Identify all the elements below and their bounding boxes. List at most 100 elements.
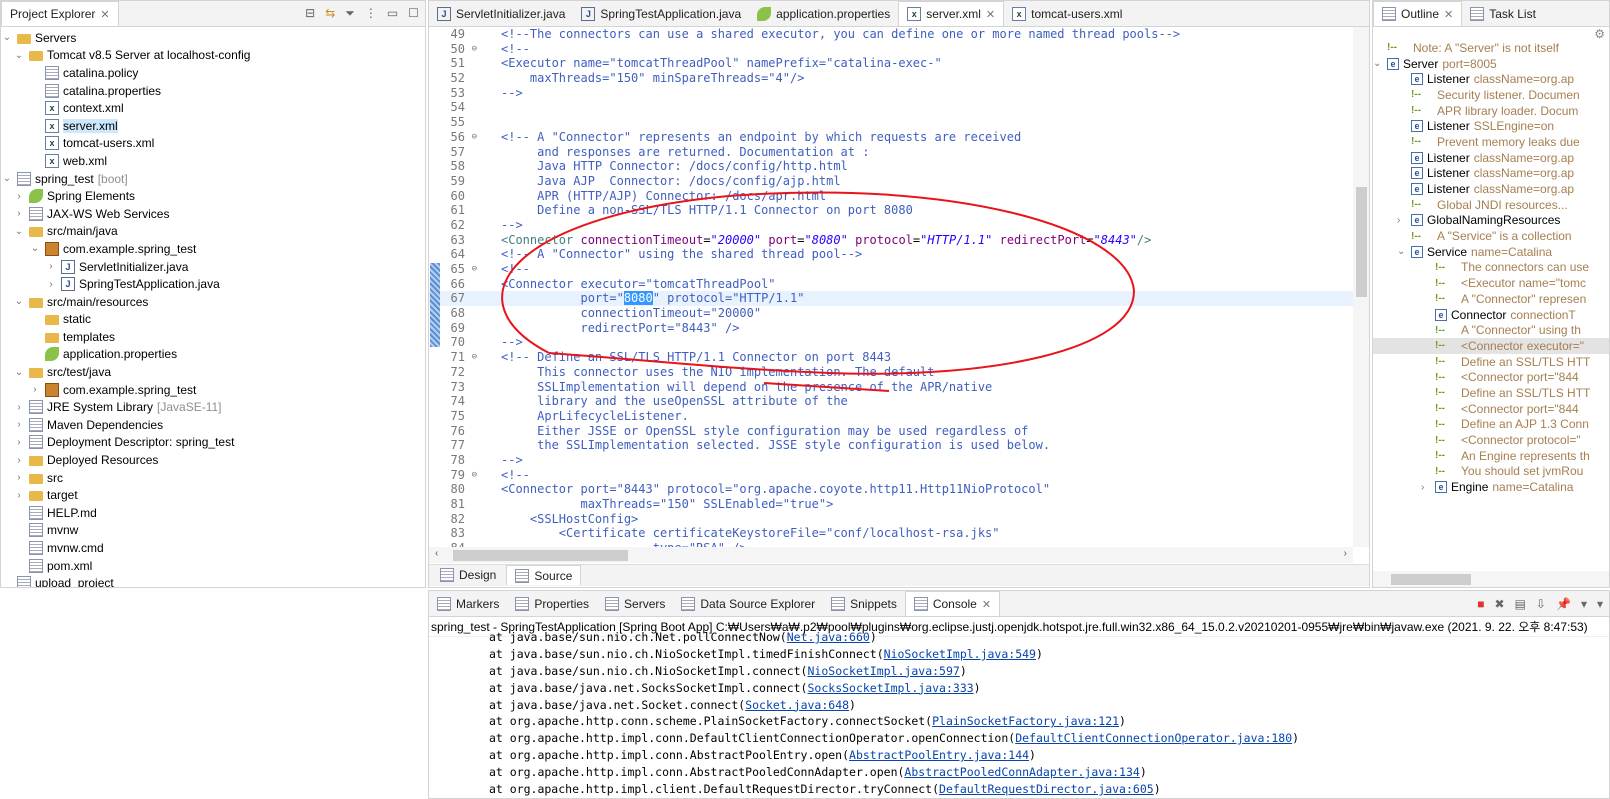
tree-item[interactable]: ⌄ src/main/resources	[1, 293, 425, 311]
chevron-right-icon[interactable]: ›	[45, 261, 57, 272]
tree-item[interactable]: x web.xml	[1, 152, 425, 170]
chevron-down-icon[interactable]: ⌄	[13, 296, 25, 307]
chevron-right-icon[interactable]: ›	[13, 419, 25, 430]
chevron-down-icon[interactable]: ⌄	[13, 226, 25, 237]
outline-item[interactable]: e Listener className=org.ap	[1373, 150, 1609, 166]
tab-console[interactable]: Console ✕	[904, 591, 1001, 616]
tree-item[interactable]: pom.xml	[1, 557, 425, 575]
chevron-down-icon[interactable]: ⌄	[1373, 58, 1383, 69]
minimize-icon[interactable]: ▭	[387, 6, 398, 21]
outline-item[interactable]: !-- Global JNDI resources...	[1373, 197, 1609, 213]
outline-item[interactable]: e Listener className=org.ap	[1373, 166, 1609, 182]
collapse-all-icon[interactable]: ⊟	[305, 6, 315, 21]
outline-item[interactable]: !-- Define an AJP 1.3 Conn	[1373, 417, 1609, 433]
chevron-right-icon[interactable]: ›	[45, 279, 57, 290]
outline-item[interactable]: › e Engine name=Catalina	[1373, 479, 1609, 495]
display-console-icon[interactable]: ▾	[1581, 597, 1587, 611]
outline-item[interactable]: e Listener SSLEngine=on	[1373, 118, 1609, 134]
tree-item[interactable]: templates	[1, 328, 425, 346]
source-link[interactable]: SocksSocketImpl.java:333	[808, 681, 974, 695]
tree-item[interactable]: x tomcat-users.xml	[1, 135, 425, 153]
tree-item[interactable]: x server.xml	[1, 117, 425, 135]
source-link[interactable]: NioSocketImpl.java:549	[884, 647, 1036, 661]
outline-item[interactable]: !-- You should set jvmRou	[1373, 464, 1609, 480]
tab-snippets[interactable]: Snippets	[823, 591, 905, 616]
tree-item[interactable]: › JAX-WS Web Services	[1, 205, 425, 223]
tree-item[interactable]: › J SpringTestApplication.java	[1, 275, 425, 293]
chevron-right-icon[interactable]: ›	[13, 191, 25, 202]
tree-item[interactable]: › J ServletInitializer.java	[1, 258, 425, 276]
chevron-right-icon[interactable]: ›	[13, 490, 25, 501]
source-link[interactable]: PlainSocketFactory.java:121	[932, 714, 1119, 728]
filter-icon[interactable]: ⏷	[345, 6, 355, 21]
outline-item[interactable]: !-- <Connector port="844	[1373, 369, 1609, 385]
tab-properties[interactable]: Properties	[507, 591, 597, 616]
chevron-right-icon[interactable]: ›	[13, 472, 25, 483]
outline-item[interactable]: !-- A "Connector" represen	[1373, 291, 1609, 307]
outline-item[interactable]: ⌄ e Service name=Catalina	[1373, 244, 1609, 260]
outline-item[interactable]: e Connector connectionT	[1373, 307, 1609, 323]
tree-item[interactable]: ⌄ src/main/java	[1, 223, 425, 241]
outline-item[interactable]: e Listener className=org.ap	[1373, 181, 1609, 197]
tree-item[interactable]: HELP.md	[1, 504, 425, 522]
chevron-right-icon[interactable]: ›	[13, 208, 25, 219]
close-icon[interactable]: ✕	[982, 598, 991, 611]
clear-console-icon[interactable]: ▤	[1515, 597, 1526, 611]
outline-item[interactable]: !-- <Connector executor="	[1373, 338, 1609, 354]
open-console-icon[interactable]: ▾	[1597, 597, 1603, 611]
horizontal-scrollbar[interactable]	[1373, 571, 1609, 587]
tree-item[interactable]: application.properties	[1, 346, 425, 364]
terminate-icon[interactable]: ■	[1477, 597, 1484, 611]
close-icon[interactable]: ✕	[100, 8, 109, 21]
tab-project-explorer[interactable]: Project Explorer ✕	[1, 1, 119, 26]
source-link[interactable]: AbstractPooledConnAdapter.java:134	[904, 765, 1139, 779]
outline-item[interactable]: ⌄ e Server port=8005	[1373, 56, 1609, 72]
chevron-right-icon[interactable]: ›	[29, 384, 41, 395]
tree-item[interactable]: catalina.policy	[1, 64, 425, 82]
tree-item[interactable]: static	[1, 311, 425, 329]
outline-item[interactable]: !-- <Connector port="844	[1373, 401, 1609, 417]
chevron-down-icon[interactable]: ⌄	[1397, 246, 1407, 257]
tree-item[interactable]: mvnw.cmd	[1, 539, 425, 557]
chevron-down-icon[interactable]: ⌄	[13, 367, 25, 378]
chevron-right-icon[interactable]: ›	[13, 455, 25, 466]
outline-tool-icon[interactable]: ⚙	[1594, 27, 1605, 47]
tree-item[interactable]: › JRE System Library [JavaSE-11]	[1, 398, 425, 416]
tree-item[interactable]: x context.xml	[1, 99, 425, 117]
tab-task-list[interactable]: Task List	[1462, 1, 1544, 26]
chevron-down-icon[interactable]: ⌄	[1, 32, 13, 43]
outline-item[interactable]: !-- An Engine represents th	[1373, 448, 1609, 464]
outline-item[interactable]: !-- Security listener. Documen	[1373, 87, 1609, 103]
tree-item[interactable]: mvnw	[1, 522, 425, 540]
source-link[interactable]: DefaultClientConnectionOperator.java:180	[1015, 731, 1292, 745]
source-link[interactable]: Net.java:660	[787, 630, 870, 644]
outline-item[interactable]: !-- Define an SSL/TLS HTT	[1373, 385, 1609, 401]
chevron-right-icon[interactable]: ›	[1397, 215, 1407, 226]
chevron-down-icon[interactable]: ⌄	[29, 243, 41, 254]
source-link[interactable]: DefaultRequestDirector.java:605	[939, 782, 1154, 796]
scroll-thumb[interactable]	[1391, 574, 1471, 585]
tree-item[interactable]: › com.example.spring_test	[1, 381, 425, 399]
source-link[interactable]: AbstractPoolEntry.java:144	[849, 748, 1029, 762]
source-link[interactable]: Socket.java:648	[745, 698, 849, 712]
remove-launch-icon[interactable]: ✖	[1495, 597, 1505, 611]
tree-item[interactable]: upload_project	[1, 574, 425, 587]
tree-item[interactable]: › Spring Elements	[1, 187, 425, 205]
view-menu-icon[interactable]: ⋮	[365, 6, 377, 21]
tree-item[interactable]: › src	[1, 469, 425, 487]
chevron-right-icon[interactable]: ›	[13, 402, 25, 413]
tree-item[interactable]: ⌄ spring_test [boot]	[1, 170, 425, 188]
chevron-down-icon[interactable]: ⌄	[1, 173, 13, 184]
outline-item[interactable]: !-- <Connector protocol="	[1373, 432, 1609, 448]
chevron-right-icon[interactable]: ›	[13, 437, 25, 448]
pin-console-icon[interactable]: 📌	[1556, 597, 1571, 611]
close-icon[interactable]: ✕	[1444, 8, 1453, 21]
tab-servers[interactable]: Servers	[597, 591, 673, 616]
tree-item[interactable]: ⌄ Servers	[1, 29, 425, 47]
maximize-icon[interactable]: ☐	[408, 6, 419, 21]
tree-item[interactable]: › target	[1, 486, 425, 504]
outline-item[interactable]: !-- Note: A "Server" is not itself	[1373, 40, 1609, 56]
tree-item[interactable]: › Maven Dependencies	[1, 416, 425, 434]
outline-item[interactable]: !-- The connectors can use	[1373, 260, 1609, 276]
outline-item[interactable]: !-- Define an SSL/TLS HTT	[1373, 354, 1609, 370]
